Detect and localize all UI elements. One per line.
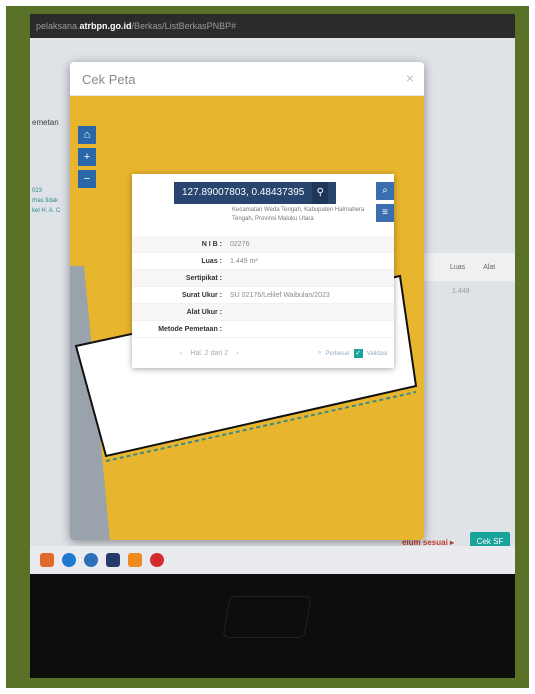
firefox-icon[interactable] — [128, 553, 142, 567]
app-icon[interactable] — [40, 553, 54, 567]
row-value: 1.449 m² — [230, 257, 258, 265]
column-header-luas: Luas — [450, 263, 466, 271]
url-prefix: pelaksana. — [36, 21, 80, 31]
url-host: atrbpn.go.id — [79, 21, 132, 31]
row-label: Sertipikat : — [185, 274, 222, 282]
row-label: Surat Ukur : — [181, 291, 222, 299]
info-row-sertipikat: Sertipikat : — [132, 270, 394, 287]
side-label: kel H. A. C — [32, 208, 61, 214]
column-header-alat: Alat — [483, 263, 496, 271]
row-label: Luas : — [201, 257, 222, 265]
next-page-button[interactable]: › — [236, 350, 238, 357]
edge-icon[interactable] — [62, 553, 76, 567]
zoom-option-label[interactable]: Perbesar — [325, 351, 349, 357]
info-rows: N I B : 02276 Luas : 1.449 m² Sertipikat… — [132, 236, 394, 338]
info-row-luas: Luas : 1.449 m² — [132, 253, 394, 270]
monitor-bezel — [30, 574, 515, 678]
taskbar — [30, 546, 515, 574]
info-row-nib: N I B : 02276 — [132, 236, 394, 253]
row-label: Alat Ukur : — [186, 308, 222, 316]
search-icon[interactable]: ⌕ — [376, 182, 394, 200]
table-cell-luas: 1.449 — [452, 288, 470, 295]
address-text: Kecamatan Weda Tengah, Kabupaten Halmahe… — [232, 207, 365, 222]
map-view[interactable]: ⌂ + − 127.89007803, 0.48437395 ⚲ ⌕ ≡ Kec… — [70, 96, 424, 540]
zoom-out-button[interactable]: − — [78, 170, 96, 188]
row-value: SU 02176/Lelilef Waibulan/2023 — [230, 291, 330, 299]
popup-options: ⌕ Perbesar ✓ Validasi — [318, 349, 387, 358]
prev-page-button[interactable]: ‹ — [180, 350, 182, 357]
row-label: Metode Pemetaan : — [158, 325, 222, 333]
cek-peta-modal: Cek Peta × ⌂ + − 127.89007803, 0.4843739… — [70, 62, 424, 540]
modal-header: Cek Peta × — [70, 62, 424, 96]
parcel-info-popup: 127.89007803, 0.48437395 ⚲ ⌕ ≡ Kecamatan… — [132, 174, 394, 368]
url-path: /Berkas/ListBerkasPNBP# — [131, 21, 237, 31]
close-icon[interactable]: × — [406, 70, 414, 86]
side-label: rhas tidak — [32, 198, 59, 204]
store-icon[interactable] — [106, 553, 120, 567]
coordinate-bar: 127.89007803, 0.48437395 ⚲ — [174, 182, 337, 204]
opera-icon[interactable] — [150, 553, 164, 567]
info-row-alat-ukur: Alat Ukur : — [132, 304, 394, 321]
location-pin-icon[interactable]: ⚲ — [312, 182, 329, 204]
photo-frame: pelaksana.atrbpn.go.id/Berkas/ListBerkas… — [0, 0, 535, 694]
monitor-screen: pelaksana.atrbpn.go.id/Berkas/ListBerkas… — [30, 14, 515, 678]
brand-logo — [222, 596, 312, 638]
row-value: 02276 — [230, 240, 250, 248]
side-labels: 023 rhas tidak kel H. A. C — [32, 186, 60, 216]
zoom-search-icon[interactable]: ⌕ — [318, 350, 321, 357]
search-app-icon[interactable] — [84, 553, 98, 567]
table-header: Luas Alat — [410, 253, 515, 281]
pagination: ‹ Hal. 2 dari 2 › — [180, 350, 238, 357]
zoom-in-button[interactable]: + — [78, 148, 96, 166]
home-icon[interactable]: ⌂ — [78, 126, 96, 144]
row-label: N I B : — [201, 240, 222, 248]
info-row-metode-pemetaan: Metode Pemetaan : — [132, 321, 394, 338]
page-indicator: Hal. 2 dari 2 — [190, 350, 229, 357]
modal-title: Cek Peta — [82, 72, 136, 87]
info-row-surat-ukur: Surat Ukur : SU 02176/Lelilef Waibulan/2… — [132, 287, 394, 304]
validation-checkbox[interactable]: ✓ — [353, 349, 363, 358]
page-heading: emetan — [32, 118, 59, 127]
address-bar[interactable]: pelaksana.atrbpn.go.id/Berkas/ListBerkas… — [30, 14, 515, 38]
validation-label: Validasi — [366, 350, 388, 357]
coordinate-text: 127.89007803, 0.48437395 — [182, 187, 305, 198]
side-label: 023 — [32, 188, 43, 194]
